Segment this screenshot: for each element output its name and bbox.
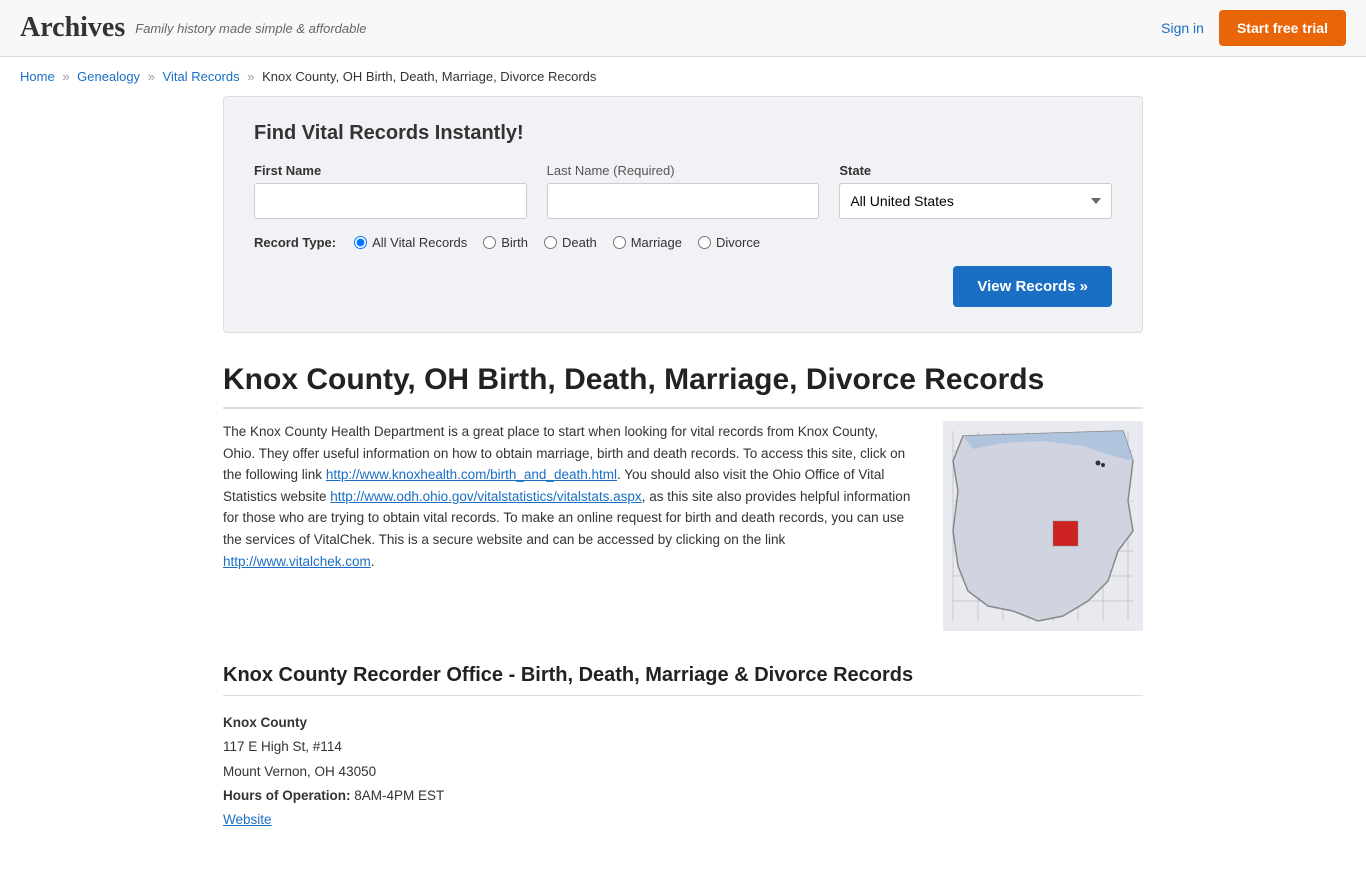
- first-name-group: First Name: [254, 163, 527, 219]
- main-content: Find Vital Records Instantly! First Name…: [203, 96, 1163, 872]
- hours-label: Hours of Operation:: [223, 788, 351, 803]
- last-name-label: Last Name (Required): [547, 163, 820, 178]
- breadcrumb-home[interactable]: Home: [20, 69, 55, 84]
- sign-in-link[interactable]: Sign in: [1161, 20, 1204, 36]
- radio-all-input[interactable]: [354, 236, 367, 249]
- radio-all-vital[interactable]: All Vital Records: [354, 235, 467, 250]
- radio-death[interactable]: Death: [544, 235, 597, 250]
- site-header: Archives Family history made simple & af…: [0, 0, 1366, 57]
- office-address2: Mount Vernon, OH 43050: [223, 760, 1143, 784]
- radio-marriage-label: Marriage: [631, 235, 682, 250]
- content-description: The Knox County Health Department is a g…: [223, 421, 913, 634]
- first-name-label: First Name: [254, 163, 527, 178]
- breadcrumb: Home » Genealogy » Vital Records » Knox …: [0, 57, 1366, 96]
- description-paragraph: The Knox County Health Department is a g…: [223, 421, 913, 572]
- knoxhealth-link[interactable]: http://www.knoxhealth.com/birth_and_deat…: [326, 467, 617, 482]
- view-records-row: View Records »: [254, 266, 1112, 307]
- first-name-input[interactable]: [254, 183, 527, 219]
- radio-birth[interactable]: Birth: [483, 235, 528, 250]
- radio-birth-input[interactable]: [483, 236, 496, 249]
- logo-tagline: Family history made simple & affordable: [135, 21, 366, 36]
- radio-marriage[interactable]: Marriage: [613, 235, 682, 250]
- logo: Archives: [20, 12, 125, 44]
- state-group: State All United States Alabama Alaska A…: [839, 163, 1112, 219]
- ohio-map-container: [943, 421, 1143, 634]
- state-select[interactable]: All United States Alabama Alaska Arizona…: [839, 183, 1112, 219]
- hours-value-text: 8AM-4PM EST: [354, 788, 444, 803]
- office-website: Website: [223, 808, 1143, 832]
- radio-divorce-label: Divorce: [716, 235, 760, 250]
- search-fields: First Name Last Name (Required) State Al…: [254, 163, 1112, 219]
- radio-all-label: All Vital Records: [372, 235, 467, 250]
- office-name: Knox County: [223, 711, 1143, 735]
- last-name-group: Last Name (Required): [547, 163, 820, 219]
- start-trial-button[interactable]: Start free trial: [1219, 10, 1346, 46]
- radio-birth-label: Birth: [501, 235, 528, 250]
- content-area: The Knox County Health Department is a g…: [223, 421, 1143, 634]
- radio-death-label: Death: [562, 235, 597, 250]
- header-left: Archives Family history made simple & af…: [20, 12, 366, 44]
- office-hours: Hours of Operation: 8AM-4PM EST: [223, 784, 1143, 808]
- breadcrumb-vital-records[interactable]: Vital Records: [163, 69, 240, 84]
- office-info: Knox County 117 E High St, #114 Mount Ve…: [223, 711, 1143, 832]
- breadcrumb-current: Knox County, OH Birth, Death, Marriage, …: [262, 69, 596, 84]
- search-box: Find Vital Records Instantly! First Name…: [223, 96, 1143, 333]
- radio-death-input[interactable]: [544, 236, 557, 249]
- recorder-section-heading: Knox County Recorder Office - Birth, Dea…: [223, 664, 1143, 696]
- office-address1: 117 E High St, #114: [223, 735, 1143, 759]
- breadcrumb-genealogy[interactable]: Genealogy: [77, 69, 140, 84]
- search-title: Find Vital Records Instantly!: [254, 122, 1112, 145]
- last-name-input[interactable]: [547, 183, 820, 219]
- odh-link[interactable]: http://www.odh.ohio.gov/vitalstatistics/…: [330, 489, 641, 504]
- breadcrumb-sep-1: »: [62, 69, 69, 84]
- record-type-label: Record Type:: [254, 235, 336, 250]
- page-title: Knox County, OH Birth, Death, Marriage, …: [223, 363, 1143, 409]
- radio-divorce[interactable]: Divorce: [698, 235, 760, 250]
- header-right: Sign in Start free trial: [1161, 10, 1346, 46]
- radio-marriage-input[interactable]: [613, 236, 626, 249]
- record-type-radio-group: All Vital Records Birth Death Marriage D…: [354, 235, 760, 250]
- record-type-row: Record Type: All Vital Records Birth Dea…: [254, 235, 1112, 250]
- view-records-button[interactable]: View Records »: [953, 266, 1112, 307]
- ohio-map-svg: [943, 421, 1143, 631]
- breadcrumb-sep-3: »: [247, 69, 254, 84]
- radio-divorce-input[interactable]: [698, 236, 711, 249]
- breadcrumb-sep-2: »: [148, 69, 155, 84]
- vitalchek-link[interactable]: http://www.vitalchek.com: [223, 554, 371, 569]
- state-label: State: [839, 163, 1112, 178]
- website-link[interactable]: Website: [223, 812, 272, 827]
